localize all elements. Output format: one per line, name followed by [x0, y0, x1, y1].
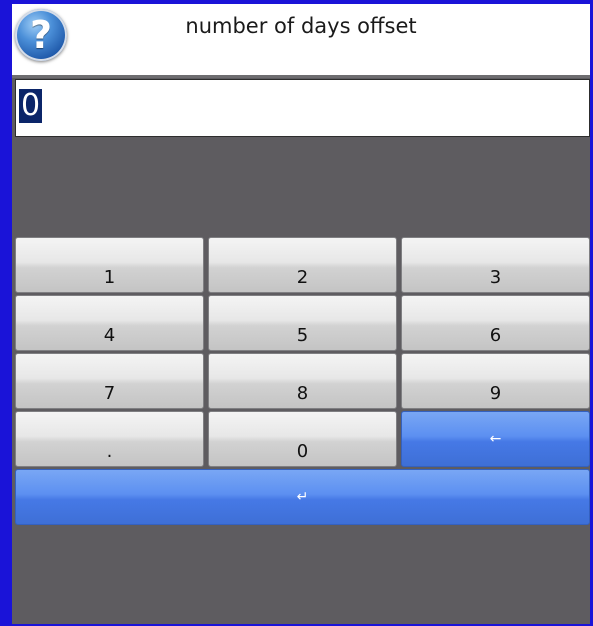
key-9[interactable]: 9 [401, 353, 590, 409]
key-1[interactable]: 1 [15, 237, 204, 293]
keypad-dialog-frame: ? number of days offset 0 1 2 3 4 5 6 7 … [0, 0, 593, 626]
key-decimal-point[interactable]: . [15, 411, 204, 467]
key-8[interactable]: 8 [208, 353, 397, 409]
dialog-header: ? number of days offset [12, 4, 590, 75]
value-input-field[interactable]: 0 [15, 79, 590, 137]
backspace-arrow-icon: ← [489, 431, 502, 447]
key-2[interactable]: 2 [208, 237, 397, 293]
key-0[interactable]: 0 [208, 411, 397, 467]
enter-button[interactable]: ↵ [15, 469, 590, 525]
key-8-label: 8 [296, 383, 309, 404]
key-6[interactable]: 6 [401, 295, 590, 351]
key-3-label: 3 [489, 267, 502, 288]
dialog-title: number of days offset [185, 14, 417, 38]
header-divider [12, 75, 590, 78]
key-decimal-point-label: . [106, 441, 113, 462]
keypad-dialog: ? number of days offset 0 1 2 3 4 5 6 7 … [12, 4, 590, 624]
key-3[interactable]: 3 [401, 237, 590, 293]
enter-return-icon: ↵ [296, 489, 309, 505]
input-value: 0 [19, 88, 43, 123]
key-1-label: 1 [103, 267, 116, 288]
key-0-label: 0 [296, 441, 309, 462]
key-9-label: 9 [489, 383, 502, 404]
key-5-label: 5 [296, 325, 309, 346]
key-4[interactable]: 4 [15, 295, 204, 351]
key-5[interactable]: 5 [208, 295, 397, 351]
key-7[interactable]: 7 [15, 353, 204, 409]
key-7-label: 7 [103, 383, 116, 404]
key-4-label: 4 [103, 325, 116, 346]
key-6-label: 6 [489, 325, 502, 346]
key-2-label: 2 [296, 267, 309, 288]
backspace-button[interactable]: ← [401, 411, 590, 467]
